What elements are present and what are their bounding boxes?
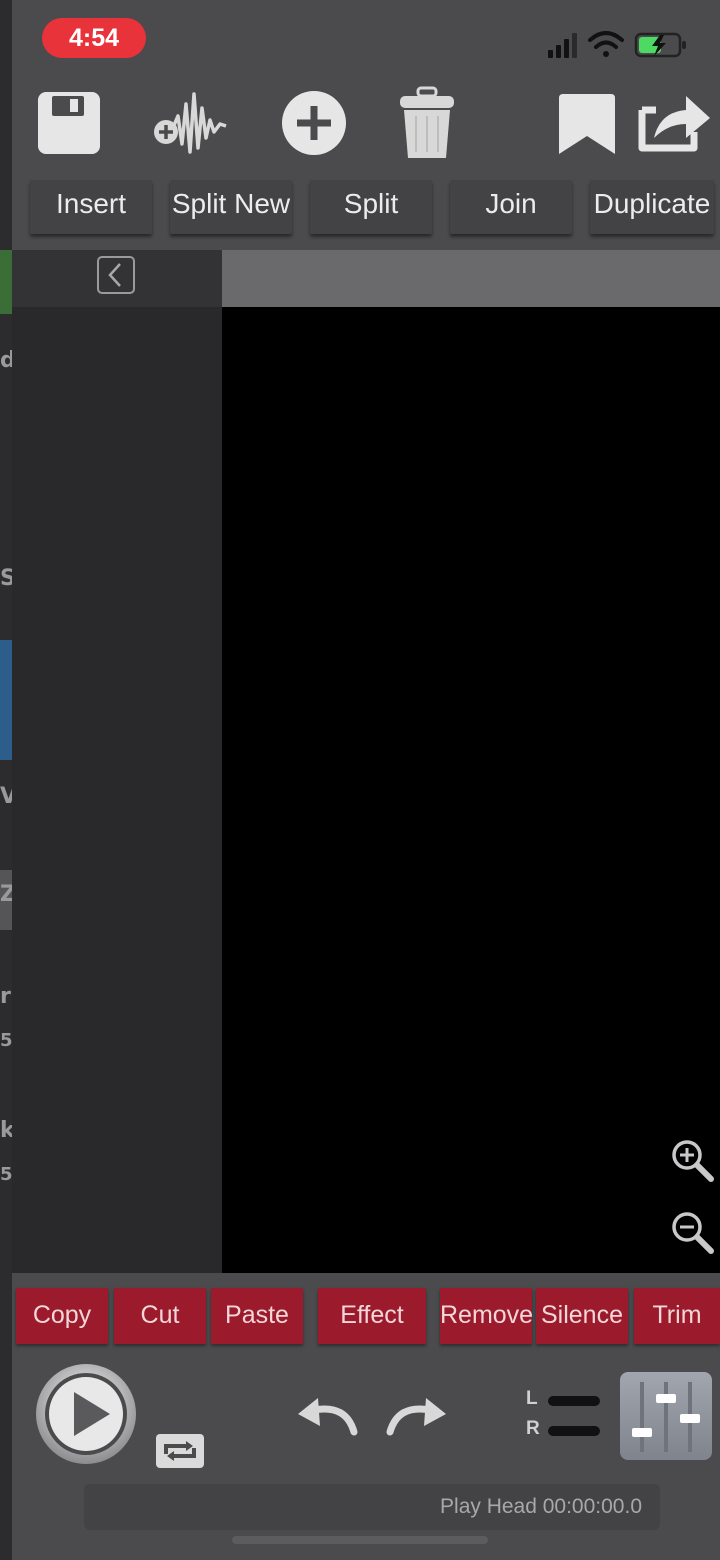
- add-icon[interactable]: [281, 90, 347, 156]
- redo-icon[interactable]: [386, 1396, 448, 1436]
- mixer-button[interactable]: [620, 1372, 712, 1460]
- trim-button[interactable]: Trim: [634, 1288, 720, 1344]
- home-indicator[interactable]: [232, 1536, 488, 1544]
- bookmark-icon[interactable]: [557, 94, 617, 156]
- save-icon[interactable]: [36, 90, 102, 156]
- silence-button[interactable]: Silence: [536, 1288, 628, 1344]
- remove-button[interactable]: Remove: [440, 1288, 533, 1344]
- background-glyph: 5: [0, 1164, 13, 1185]
- timeline-header[interactable]: [222, 250, 720, 307]
- undo-icon[interactable]: [296, 1396, 358, 1436]
- trash-icon[interactable]: [398, 86, 456, 160]
- copy-button[interactable]: Copy: [16, 1288, 108, 1344]
- track-list-panel[interactable]: [12, 307, 222, 1273]
- tab-split[interactable]: Split: [310, 180, 432, 234]
- background-app-thumbnail: [0, 250, 12, 314]
- playhead-readout: Play Head 00:00:00.0: [440, 1495, 642, 1518]
- play-button[interactable]: [34, 1362, 138, 1466]
- playhead-bar: Play Head 00:00:00.0: [84, 1484, 660, 1530]
- status-icons: [548, 31, 686, 58]
- battery-icon: [634, 32, 686, 58]
- channel-left-meter: [548, 1396, 600, 1406]
- zoom-in-icon[interactable]: [670, 1138, 714, 1182]
- share-icon[interactable]: [632, 88, 712, 154]
- effect-button[interactable]: Effect: [318, 1288, 426, 1344]
- tab-duplicate[interactable]: Duplicate: [590, 180, 714, 234]
- channel-right-label: R: [526, 1418, 540, 1439]
- background-app-strip: d S V Z r 5 k 5: [0, 0, 17, 1560]
- status-time: 4:54: [42, 18, 146, 58]
- background-glyph: r: [0, 984, 11, 1009]
- waveform-canvas[interactable]: [222, 307, 720, 1273]
- channel-right-meter: [548, 1426, 600, 1436]
- signal-icon: [548, 33, 577, 58]
- add-waveform-icon[interactable]: [150, 86, 230, 158]
- cut-button[interactable]: Cut: [114, 1288, 206, 1344]
- loop-icon[interactable]: [156, 1434, 204, 1468]
- channel-left-label: L: [526, 1388, 538, 1409]
- paste-button[interactable]: Paste: [211, 1288, 303, 1344]
- background-app-thumbnail: [0, 640, 12, 760]
- collapse-button[interactable]: [97, 256, 135, 294]
- zoom-out-icon[interactable]: [670, 1210, 714, 1254]
- tab-insert[interactable]: Insert: [30, 180, 152, 234]
- wifi-icon: [588, 31, 624, 57]
- tab-join[interactable]: Join: [450, 180, 572, 234]
- tab-split-new[interactable]: Split New: [170, 180, 292, 234]
- background-glyph: 5: [0, 1030, 13, 1051]
- sliders-icon: [632, 1382, 700, 1452]
- chevron-left-icon: [108, 263, 121, 287]
